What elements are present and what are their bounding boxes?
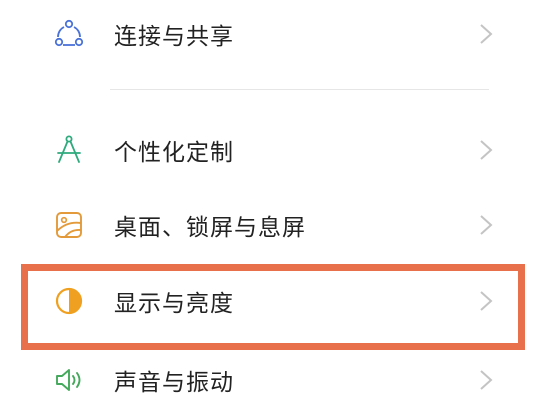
settings-item-sound-vibration[interactable]: 声音与振动	[0, 352, 539, 400]
settings-item-label: 个性化定制	[114, 140, 234, 166]
brightness-icon	[50, 282, 88, 320]
settings-item-personalization[interactable]: 个性化定制	[0, 122, 539, 178]
chevron-right-icon	[479, 369, 493, 391]
chevron-right-icon	[479, 23, 493, 45]
chevron-right-icon	[479, 214, 493, 236]
compass-icon	[50, 131, 88, 169]
speaker-icon	[50, 361, 88, 399]
settings-item-label: 显示与亮度	[114, 291, 234, 317]
settings-item-desktop-lockscreen[interactable]: 桌面、锁屏与息屏	[0, 197, 539, 253]
settings-item-display-brightness[interactable]: 显示与亮度	[0, 273, 539, 329]
settings-screen: 连接与共享 个性化定制 桌面、锁屏与息屏 显示与亮度 声音与振动	[0, 0, 539, 400]
divider	[110, 89, 489, 90]
settings-item-label: 声音与振动	[114, 370, 234, 396]
settings-item-connection-sharing[interactable]: 连接与共享	[0, 6, 539, 62]
share-nodes-icon	[50, 15, 88, 53]
settings-item-label: 桌面、锁屏与息屏	[114, 215, 306, 241]
wallpaper-icon	[50, 206, 88, 244]
chevron-right-icon	[479, 139, 493, 161]
chevron-right-icon	[479, 290, 493, 312]
settings-item-label: 连接与共享	[114, 24, 234, 50]
